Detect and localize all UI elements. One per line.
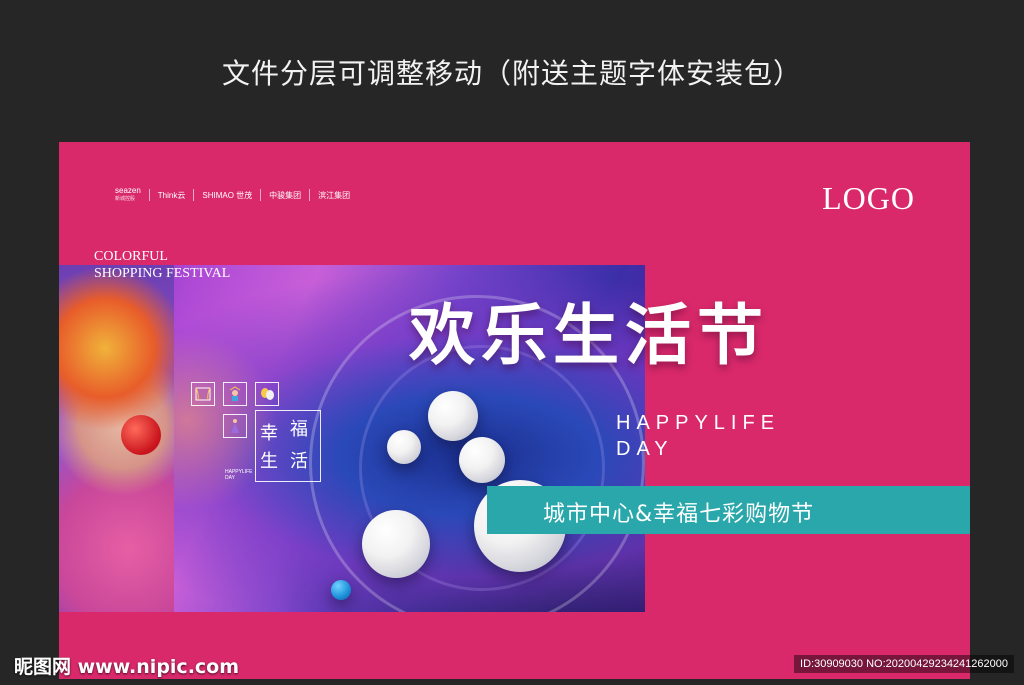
watermark-right: ID:30909030 NO:20200429234241262000	[794, 655, 1014, 673]
fuk-char: 活	[290, 451, 308, 472]
white-sphere	[387, 430, 421, 464]
divider	[148, 189, 150, 201]
white-sphere	[362, 510, 430, 578]
clown-child-image	[59, 265, 174, 612]
fuk-char: 生	[260, 451, 278, 472]
partner-logo-binjiang: 滨江集团	[318, 190, 351, 200]
fuk-char: 幸	[260, 423, 278, 444]
partner-logo-think: Think云	[157, 190, 186, 200]
theater-curtain-icon	[191, 382, 215, 406]
banner-text: 城市中心&幸福七彩购物节	[543, 502, 815, 527]
happiness-life-box: 幸 福 生 活	[255, 410, 321, 482]
divider	[193, 189, 195, 201]
drama-masks-icon	[255, 382, 279, 406]
watermark-left: 昵图网 www.nipic.com	[14, 656, 240, 678]
fuk-char: 福	[290, 419, 308, 440]
clown-nose	[121, 415, 161, 455]
header-caption: 文件分层可调整移动（附送主题字体安装包）	[221, 57, 802, 90]
blue-sphere	[331, 580, 351, 600]
partner-logo-seazen: seazen 新城控股	[115, 186, 141, 202]
partner-logo-shimao: SHIMAO 世茂	[202, 190, 253, 200]
main-title: 欢乐生活节	[409, 297, 769, 374]
tiny-happylife-text: HAPPYLIFE DAY	[225, 469, 253, 481]
logo-text: LOGO	[822, 180, 915, 216]
partner-logo-zhongjun: 中骏集团	[269, 190, 302, 200]
partner-logos: seazen 新城控股 Think云 SHIMAO 世茂 中骏集团 滨江集团	[115, 186, 350, 204]
divider	[260, 189, 262, 201]
dancer-icon	[223, 414, 247, 438]
jester-icon	[223, 382, 247, 406]
poster-board: seazen 新城控股 Think云 SHIMAO 世茂 中骏集团 滨江集团 L…	[59, 142, 970, 679]
happylife-subtitle: HAPPYLIFE DAY	[616, 412, 781, 460]
teal-banner: 城市中心&幸福七彩购物节	[487, 486, 970, 534]
white-sphere	[428, 391, 478, 441]
divider	[309, 189, 311, 201]
white-sphere	[459, 437, 505, 483]
colorful-shopping-heading: COLORFUL SHOPPING FESTIVAL	[94, 249, 231, 281]
